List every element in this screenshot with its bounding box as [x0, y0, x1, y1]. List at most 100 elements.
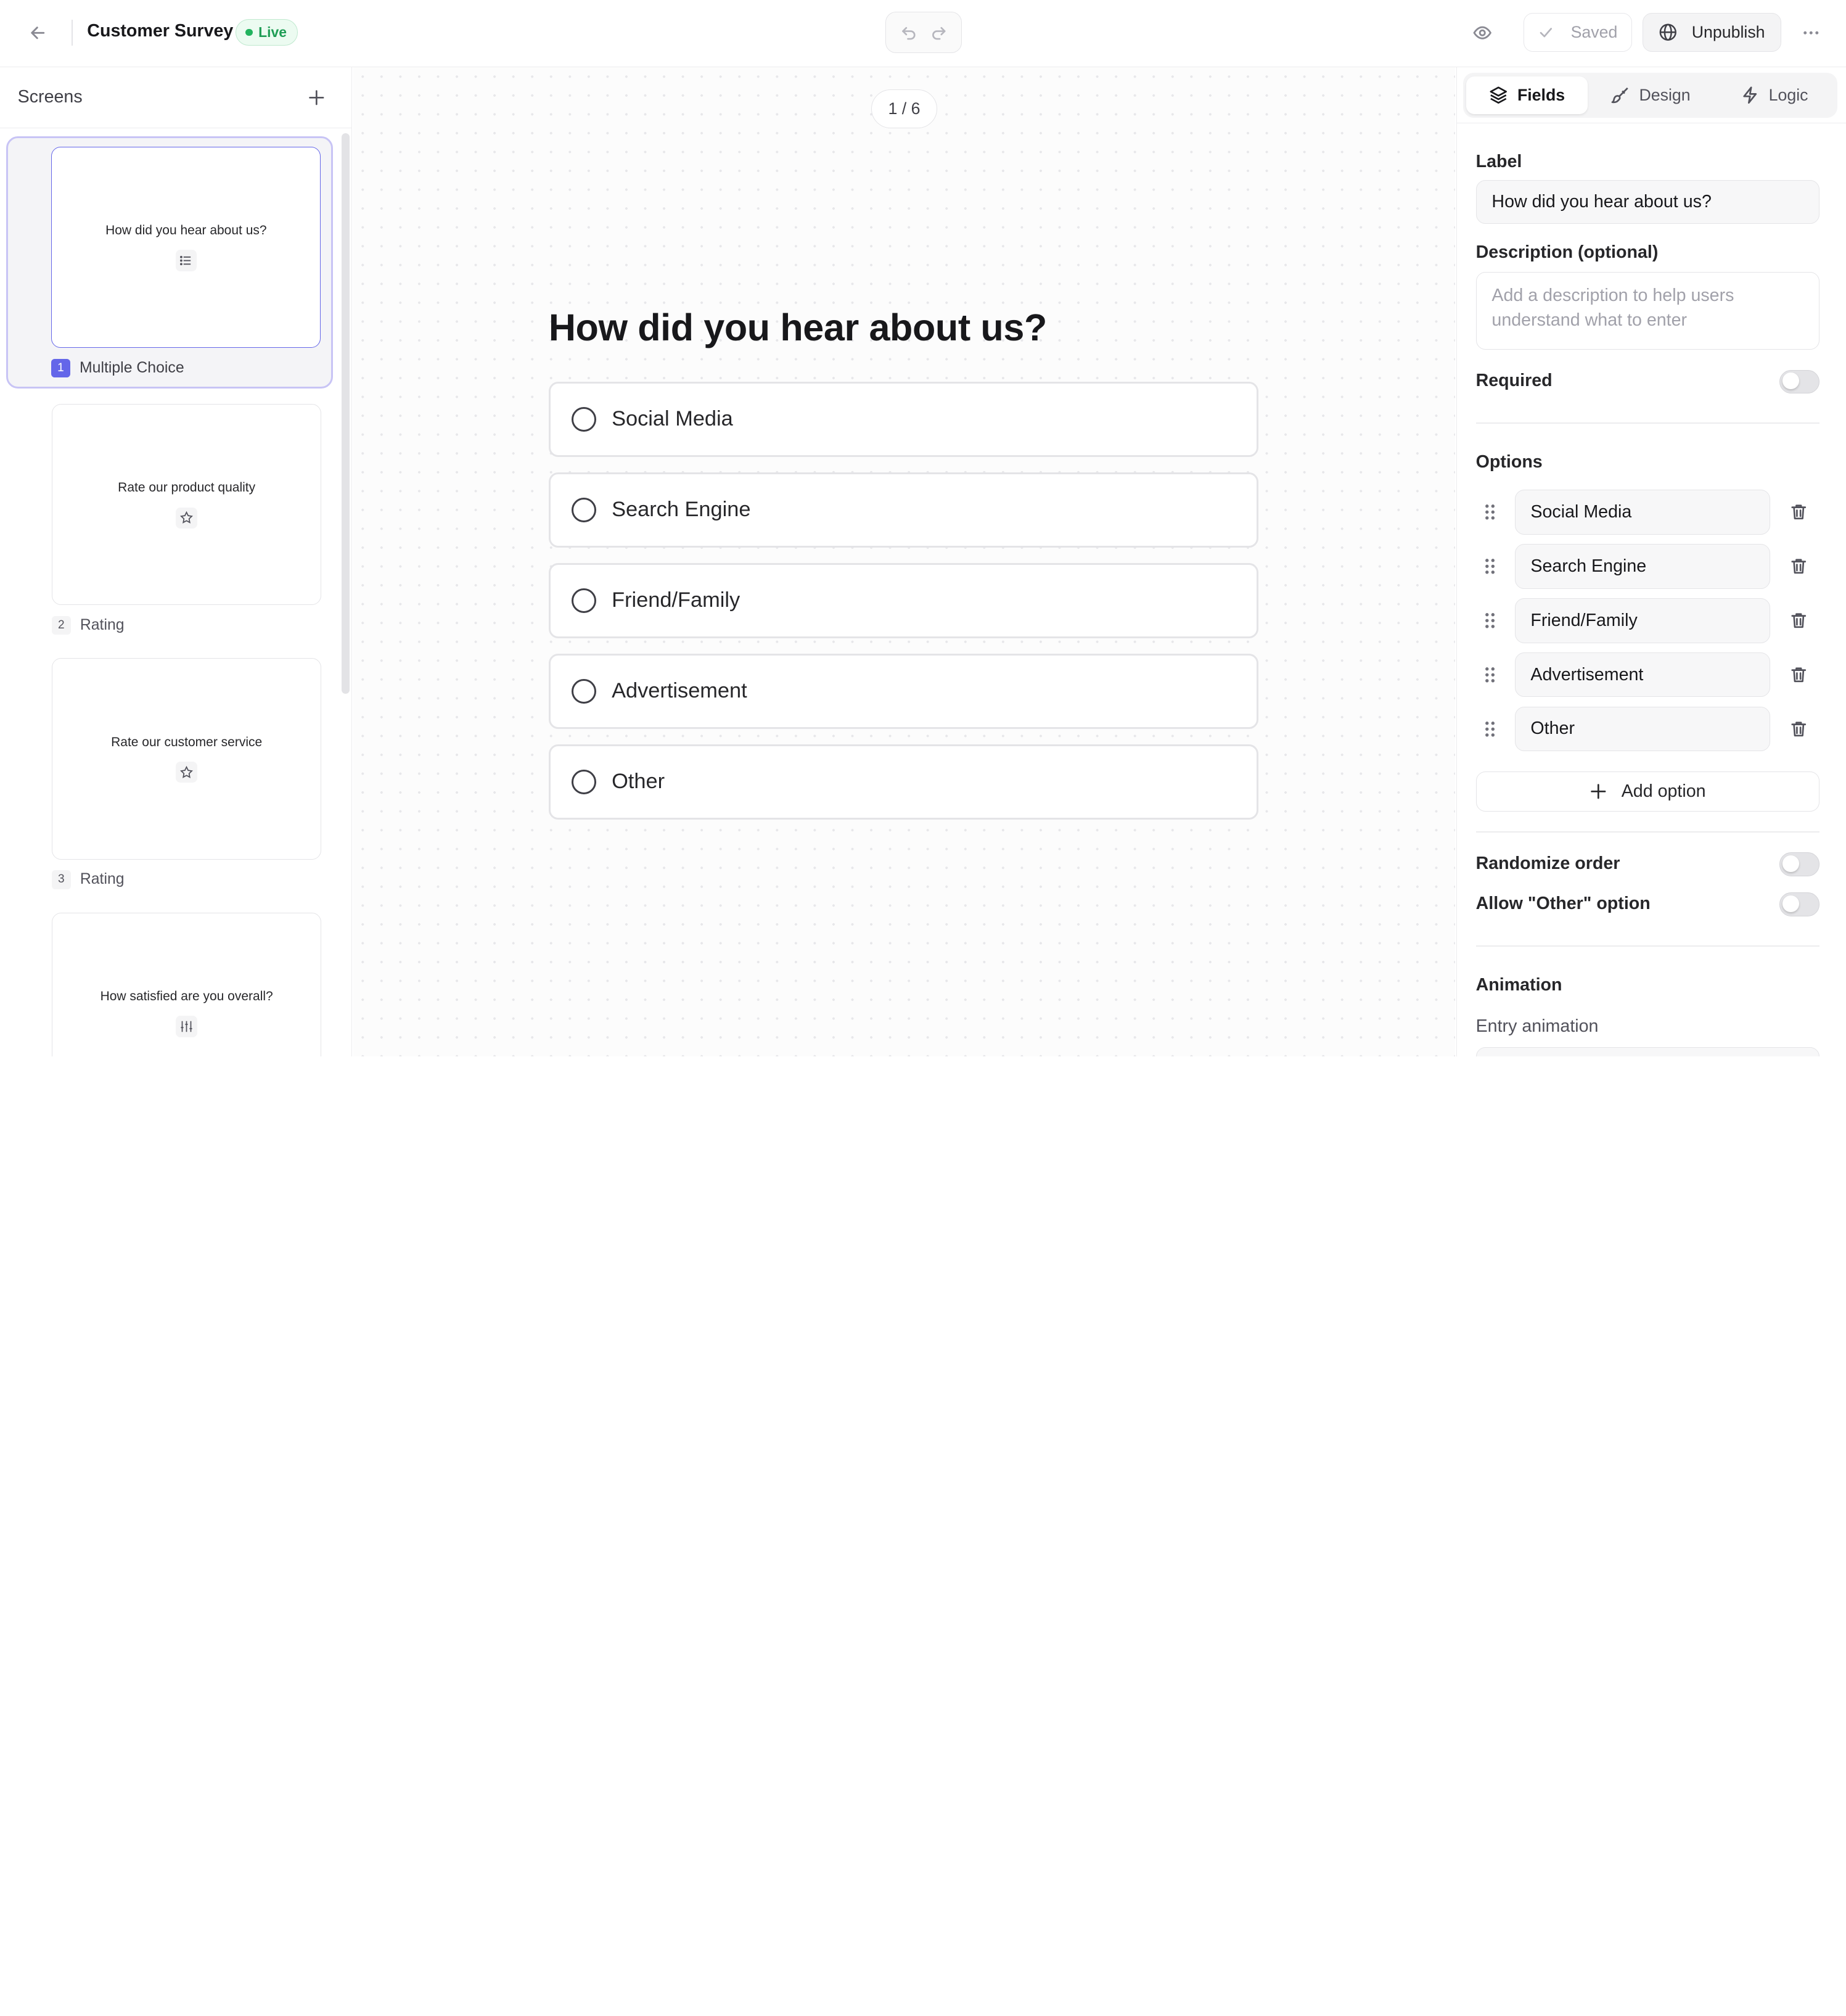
sidebar-title: Screens	[17, 87, 83, 107]
allow-other-label: Allow "Other" option	[1475, 894, 1651, 914]
more-options-button[interactable]	[1794, 17, 1827, 49]
randomize-toggle[interactable]	[1779, 852, 1820, 876]
option-row	[1476, 598, 1820, 643]
scrollbar-thumb[interactable]	[341, 133, 350, 694]
radio-circle-icon[interactable]	[572, 406, 597, 432]
drag-handle-icon[interactable]	[1480, 717, 1499, 741]
brush-icon	[1611, 88, 1628, 104]
add-option-button[interactable]: Add option	[1475, 771, 1820, 812]
preview-button[interactable]	[1466, 17, 1498, 49]
tab-design[interactable]: Design	[1590, 76, 1712, 114]
option-row	[1476, 706, 1820, 752]
screen-meta: 1 Multiple Choice	[51, 358, 184, 378]
choice-label: Advertisement	[612, 679, 747, 703]
question-title: How did you hear about us?	[548, 307, 1047, 349]
plus-icon	[1591, 784, 1606, 799]
option-row	[1476, 490, 1820, 535]
choice-option[interactable]: Social Media	[548, 381, 1259, 457]
section-divider	[1475, 422, 1820, 424]
tab-fields[interactable]: Fields	[1466, 76, 1588, 115]
check-icon	[1540, 28, 1553, 38]
randomize-label: Randomize order	[1475, 854, 1620, 874]
header-divider	[72, 20, 73, 46]
entry-animation-select[interactable]	[1475, 1047, 1820, 1056]
properties-panel: Fields Design Logic Label Description (o…	[1456, 67, 1846, 1056]
back-button[interactable]	[21, 17, 54, 49]
option-row	[1476, 544, 1820, 589]
thumbnail-question: Rate our product quality	[118, 480, 256, 495]
tab-label: Logic	[1768, 86, 1808, 105]
undo-icon	[901, 27, 916, 40]
screen-thumbnail: How did you hear about us?	[51, 146, 321, 348]
sidebar-scrollbar[interactable]	[340, 128, 351, 1056]
tab-logic[interactable]: Logic	[1713, 76, 1835, 114]
trash-icon[interactable]	[1787, 501, 1810, 524]
redo-button[interactable]	[930, 23, 948, 41]
trash-icon[interactable]	[1787, 717, 1810, 741]
allow-other-toggle[interactable]	[1779, 892, 1820, 916]
layers-icon	[1490, 86, 1508, 104]
option-input[interactable]	[1514, 490, 1770, 535]
option-input[interactable]	[1514, 544, 1770, 589]
saved-button[interactable]: Saved	[1523, 13, 1632, 52]
choice-option[interactable]: Search Engine	[548, 472, 1259, 548]
radio-circle-icon[interactable]	[572, 769, 597, 794]
survey-title: Customer Survey	[87, 21, 234, 41]
section-divider	[1475, 831, 1820, 833]
radio-circle-icon[interactable]	[572, 678, 597, 704]
saved-label: Saved	[1570, 23, 1618, 41]
globe-icon	[1659, 23, 1677, 41]
screen-meta: 3 Rating	[52, 870, 125, 889]
option-input[interactable]	[1514, 706, 1770, 752]
choice-label: Social Media	[612, 407, 733, 431]
drag-handle-icon[interactable]	[1480, 554, 1499, 578]
redo-icon	[932, 27, 946, 40]
radio-circle-icon[interactable]	[572, 497, 597, 522]
screen-number: 2	[52, 615, 71, 635]
drag-handle-icon[interactable]	[1480, 501, 1499, 524]
sidebar-header: Screens	[0, 67, 351, 129]
tabs-divider	[1457, 122, 1846, 124]
more-horizontal-icon	[1803, 31, 1818, 35]
unpublish-label: Unpublish	[1691, 23, 1765, 41]
survey-editor: Customer Survey Live Saved Unpublish Scr…	[0, 0, 1846, 1056]
add-screen-button[interactable]	[303, 84, 331, 112]
option-input[interactable]	[1514, 598, 1770, 643]
entry-animation-label: Entry animation	[1475, 1016, 1599, 1036]
list-icon	[175, 250, 197, 271]
screen-card-1[interactable]: How did you hear about us? 1 Multiple Ch…	[6, 136, 334, 389]
live-dot-icon	[245, 28, 253, 36]
screen-thumbnail: Rate our product quality	[52, 403, 322, 606]
drag-handle-icon[interactable]	[1480, 663, 1499, 686]
thumbnail-question: How did you hear about us?	[105, 223, 267, 238]
undo-button[interactable]	[900, 23, 918, 41]
label-input[interactable]	[1475, 180, 1820, 224]
screen-meta: 2 Rating	[52, 615, 125, 635]
trash-icon[interactable]	[1787, 554, 1810, 578]
required-toggle[interactable]	[1779, 369, 1820, 393]
description-heading: Description (optional)	[1475, 242, 1659, 263]
option-row	[1476, 652, 1820, 697]
trash-icon[interactable]	[1787, 609, 1810, 632]
radio-circle-icon[interactable]	[572, 588, 597, 613]
top-bar: Customer Survey Live Saved Unpublish	[0, 0, 1846, 67]
bolt-icon	[1743, 86, 1757, 104]
unpublish-button[interactable]: Unpublish	[1642, 13, 1782, 52]
choice-option[interactable]: Other	[548, 744, 1259, 820]
choice-option[interactable]: Friend/Family	[548, 562, 1259, 638]
description-textarea[interactable]	[1475, 272, 1820, 350]
trash-icon[interactable]	[1787, 663, 1810, 686]
choice-option[interactable]: Advertisement	[548, 653, 1259, 729]
required-label: Required	[1475, 371, 1553, 391]
screen-card-4[interactable]: How satisfied are you overall?	[6, 902, 334, 1056]
tab-label: Fields	[1517, 86, 1565, 105]
screen-thumbnail: Rate our customer service	[52, 658, 322, 860]
screen-number: 3	[52, 870, 71, 889]
drag-handle-icon[interactable]	[1480, 609, 1499, 632]
option-input[interactable]	[1514, 652, 1770, 697]
star-icon	[176, 762, 197, 783]
eye-icon	[1473, 26, 1491, 39]
status-badge: Live	[235, 19, 298, 46]
screen-card-3[interactable]: Rate our customer service 3 Rating	[6, 648, 334, 900]
screen-card-2[interactable]: Rate our product quality 2 Rating	[6, 393, 334, 646]
